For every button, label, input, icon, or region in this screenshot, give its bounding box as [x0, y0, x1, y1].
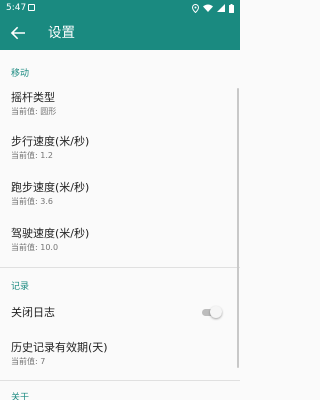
- setting-title: 步行速度(米/秒): [11, 135, 90, 148]
- toggle-thumb: [210, 306, 222, 318]
- signal-icon: [217, 4, 225, 12]
- section-header-about: 关于: [11, 393, 30, 400]
- setting-summary: 当前值: 圆形: [11, 107, 57, 116]
- status-time: 5:47: [6, 3, 27, 13]
- setting-title: 关闭日志: [11, 306, 55, 319]
- section-divider: [0, 380, 240, 381]
- location-icon: [192, 3, 199, 13]
- setting-title: 摇杆类型: [11, 91, 55, 104]
- setting-drive-speed[interactable]: 驾驶速度(米/秒) 当前值: 10.0: [11, 227, 229, 253]
- back-button[interactable]: [6, 21, 30, 45]
- setting-joystick-type[interactable]: 摇杆类型 当前值: 圆形: [11, 91, 229, 117]
- section-header-log: 记录: [11, 282, 30, 292]
- notification-icon: [28, 4, 35, 11]
- arrow-left-icon: [10, 26, 25, 40]
- setting-run-speed[interactable]: 跑步速度(米/秒) 当前值: 3.6: [11, 181, 229, 207]
- settings-list[interactable]: 移动 摇杆类型 当前值: 圆形 步行速度(米/秒) 当前值: 1.2 跑步速度(…: [0, 50, 240, 400]
- setting-summary: 当前值: 1.2: [11, 151, 53, 160]
- scrollbar[interactable]: [237, 88, 239, 368]
- section-header-move: 移动: [11, 69, 30, 79]
- wifi-icon: [203, 4, 213, 12]
- setting-summary: 当前值: 3.6: [11, 197, 53, 206]
- setting-summary: 当前值: 10.0: [11, 243, 59, 252]
- setting-title: 驾驶速度(米/秒): [11, 227, 90, 240]
- section-divider: [0, 267, 240, 268]
- battery-icon: [229, 3, 234, 13]
- setting-history-validity[interactable]: 历史记录有效期(天) 当前值: 7: [11, 341, 229, 367]
- close-log-toggle[interactable]: [202, 306, 222, 318]
- status-icons: [192, 0, 234, 16]
- setting-title: 跑步速度(米/秒): [11, 181, 90, 194]
- page-title: 设置: [48, 25, 75, 41]
- setting-summary: 当前值: 7: [11, 357, 46, 366]
- setting-title: 历史记录有效期(天): [11, 341, 108, 354]
- setting-close-log[interactable]: 关闭日志: [11, 306, 229, 320]
- app-bar: 设置: [0, 16, 240, 50]
- status-bar: 5:47: [0, 0, 240, 16]
- setting-walk-speed[interactable]: 步行速度(米/秒) 当前值: 1.2: [11, 135, 229, 161]
